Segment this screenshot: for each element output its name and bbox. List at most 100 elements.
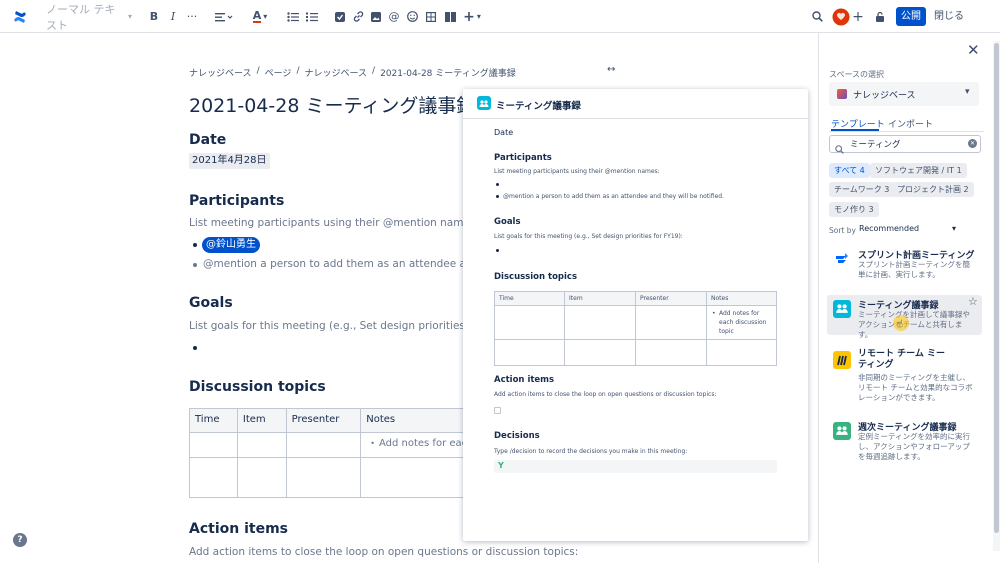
table-header: Presenter bbox=[635, 291, 707, 306]
space-select[interactable]: ナレッジベース ▾ bbox=[829, 82, 979, 106]
date-heading: Date bbox=[189, 132, 227, 148]
table-icon[interactable] bbox=[425, 8, 437, 25]
table-cell[interactable] bbox=[189, 432, 238, 458]
breadcrumb-item[interactable]: ナレッジベース bbox=[189, 66, 252, 79]
template-preview: ミーティング議事録 Date Participants List meeting… bbox=[463, 89, 808, 541]
numbered-list-icon[interactable] bbox=[306, 8, 318, 25]
space-value: ナレッジベース bbox=[853, 91, 916, 101]
clear-icon[interactable]: ✕ bbox=[968, 139, 977, 148]
preview-discussion: Discussion topics bbox=[494, 272, 577, 282]
table-cell[interactable] bbox=[236, 457, 287, 498]
publish-button[interactable]: 公開 bbox=[896, 7, 926, 26]
date-lozenge[interactable]: 2021年4月28日 bbox=[189, 153, 270, 169]
mention-icon[interactable]: @ bbox=[388, 8, 400, 25]
breadcrumb-item[interactable]: ナレッジベース bbox=[304, 66, 367, 79]
category-chip[interactable]: モノ作り 3 bbox=[829, 202, 879, 217]
discussion-table[interactable]: Time Item Presenter Notes • Add notes for… bbox=[189, 408, 489, 498]
category-chip[interactable]: ソフトウェア開発 / IT 1 bbox=[870, 163, 967, 178]
text-color-icon[interactable]: A ▾ bbox=[250, 8, 270, 25]
image-icon[interactable] bbox=[370, 8, 382, 25]
table-header: Notes bbox=[706, 291, 777, 306]
avatar[interactable] bbox=[832, 7, 850, 26]
category-chip-all[interactable]: すべて 4 bbox=[829, 163, 870, 178]
help-icon[interactable]: ? bbox=[13, 533, 27, 547]
template-desc: 定例ミーティングを効率的に実行し、アクションやフォローアップを毎週追跡します。 bbox=[858, 432, 971, 461]
align-icon[interactable] bbox=[214, 8, 234, 25]
tab-import[interactable]: インポート bbox=[888, 117, 933, 130]
table-cell bbox=[494, 339, 565, 366]
sort-label: Sort by bbox=[829, 226, 856, 235]
template-desc: 非同期のミーティングを主催し、リモート チームと効果的なコラボレーションができま… bbox=[858, 373, 973, 402]
miro-icon bbox=[833, 351, 851, 369]
search-icon bbox=[835, 139, 844, 158]
table-row bbox=[494, 339, 777, 366]
editor-toolbar: ノーマル テキスト ▾ B I ··· A ▾ @ + ▾ + 公開 閉じる bbox=[0, 0, 1000, 33]
sprint-icon bbox=[833, 250, 851, 268]
confluence-logo-icon[interactable] bbox=[12, 8, 28, 25]
preview-mention-help: @mention a person to add them as an atte… bbox=[503, 193, 725, 200]
bullet bbox=[193, 243, 197, 247]
breadcrumb-separator: / bbox=[296, 66, 300, 76]
table-cell[interactable] bbox=[285, 457, 362, 498]
search-value: ミーティング bbox=[850, 140, 901, 150]
breadcrumb-item[interactable]: ページ bbox=[265, 66, 292, 79]
template-item-sprint[interactable]: スプリント計画ミーティング スプリント計画ミーティングを簡単に計画、実行します。 bbox=[827, 245, 982, 285]
template-search-input[interactable]: ミーティング ✕ bbox=[829, 135, 981, 154]
category-chip[interactable]: チームワーク 3 bbox=[829, 182, 895, 197]
table-cell[interactable] bbox=[236, 432, 287, 458]
text-style-dropdown[interactable]: ノーマル テキスト ▾ bbox=[46, 3, 132, 32]
expand-icon[interactable]: ↔ bbox=[607, 64, 615, 75]
mention-chip[interactable]: @鈴山勇生 bbox=[202, 237, 260, 253]
sort-value: Recommended bbox=[859, 224, 920, 233]
scrollbar-thumb[interactable] bbox=[994, 43, 999, 533]
people-icon bbox=[833, 422, 851, 440]
table-row[interactable] bbox=[189, 457, 489, 498]
chevron-down-icon: ▾ bbox=[127, 12, 132, 21]
task-icon[interactable] bbox=[334, 8, 346, 25]
goals-heading: Goals bbox=[189, 295, 233, 311]
add-icon[interactable]: + bbox=[852, 8, 864, 25]
table-header-row: Time Item Presenter Notes bbox=[494, 291, 777, 306]
breadcrumb-separator: / bbox=[372, 66, 376, 76]
link-icon[interactable] bbox=[352, 8, 364, 25]
breadcrumb-item[interactable]: 2021-04-28 ミーティング議事録 bbox=[380, 66, 516, 79]
table-header-row: Time Item Presenter Notes bbox=[189, 408, 489, 433]
italic-icon[interactable]: I bbox=[167, 8, 179, 25]
more-icon[interactable]: ··· bbox=[185, 8, 199, 25]
breadcrumb: ナレッジベース / ページ / ナレッジベース / 2021-04-28 ミーテ… bbox=[189, 66, 516, 79]
chevron-down-icon: ▾ bbox=[952, 224, 957, 233]
page-title[interactable]: 2021-04-28 ミーティング議事録 bbox=[189, 91, 475, 118]
template-item-meeting-notes[interactable]: ミーティング議事録 ミーティングを計画して議事録やアクションをチームと共有します… bbox=[827, 295, 982, 339]
decision-item: Y bbox=[494, 460, 777, 473]
star-icon[interactable]: ☆ bbox=[968, 295, 978, 308]
action-items-heading: Action items bbox=[189, 521, 288, 537]
lock-icon[interactable] bbox=[874, 8, 886, 25]
preview-participants: Participants bbox=[494, 153, 552, 163]
category-chip[interactable]: プロジェクト計画 2 bbox=[892, 182, 974, 197]
preview-action-help: Add action items to close the loop on op… bbox=[494, 391, 717, 398]
template-desc: ミーティングを計画して議事録やアクションをチームと共有します。 bbox=[858, 310, 970, 339]
template-item-remote-meeting[interactable]: リモート チーム ミーティング 非同期のミーティングを主催し、リモート チームと… bbox=[827, 346, 982, 402]
emoji-icon[interactable] bbox=[406, 8, 418, 25]
table-cell[interactable] bbox=[285, 432, 362, 458]
preview-goals-help: List goals for this meeting (e.g., Set d… bbox=[494, 233, 683, 240]
people-icon bbox=[833, 300, 851, 318]
template-item-weekly-meeting[interactable]: 週次ミーティング議事録 定例ミーティングを効率的に実行し、アクションやフォローア… bbox=[827, 417, 982, 461]
bullet-list-icon[interactable] bbox=[287, 8, 299, 25]
close-icon[interactable]: ✕ bbox=[967, 41, 980, 59]
bold-icon[interactable]: B bbox=[148, 8, 160, 25]
insert-icon[interactable]: + ▾ bbox=[462, 8, 482, 25]
discussion-heading: Discussion topics bbox=[189, 379, 326, 395]
sort-select[interactable]: Recommended ▾ bbox=[859, 224, 959, 237]
table-row[interactable]: • Add notes for each d bbox=[189, 432, 489, 458]
search-icon[interactable] bbox=[810, 8, 824, 25]
layout-icon[interactable] bbox=[444, 8, 456, 25]
checkbox bbox=[494, 407, 501, 414]
table-cell bbox=[494, 305, 565, 340]
table-header: Time bbox=[494, 291, 565, 306]
close-button[interactable]: 閉じる bbox=[934, 7, 964, 26]
bullet bbox=[496, 195, 499, 198]
scrollbar[interactable] bbox=[993, 41, 1000, 551]
preview-goals: Goals bbox=[494, 217, 521, 227]
table-cell[interactable] bbox=[189, 457, 238, 498]
